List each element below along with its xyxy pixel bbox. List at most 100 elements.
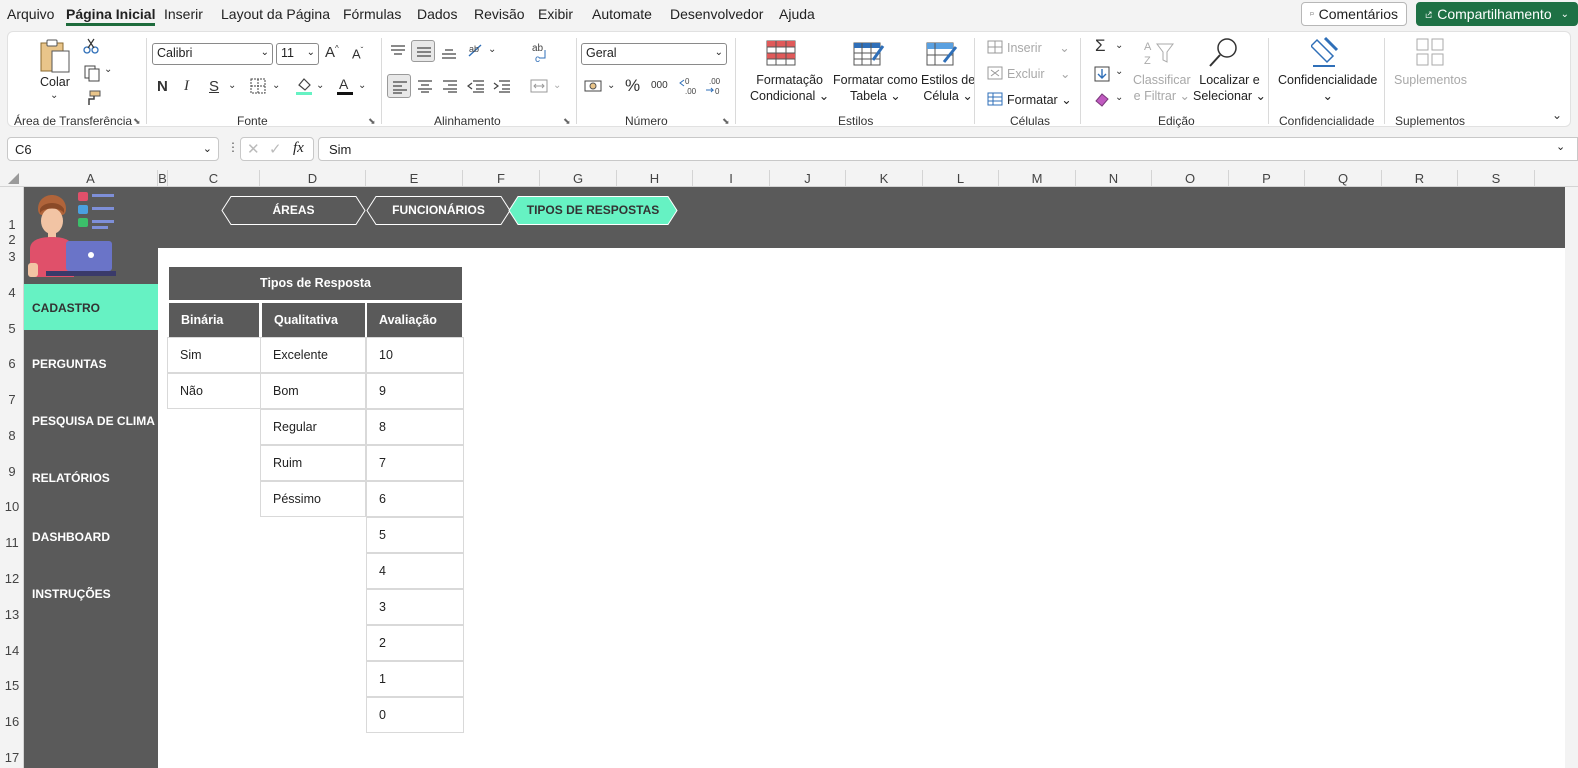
font-color-icon[interactable]: A xyxy=(336,76,354,96)
sidebar-item-relatorios[interactable]: RELATÓRIOS xyxy=(24,454,158,500)
column-header[interactable]: S xyxy=(1458,170,1535,187)
menu-exibir[interactable]: Exibir xyxy=(538,6,573,22)
chevron-down-icon[interactable]: ⌄ xyxy=(104,64,112,75)
addins-button[interactable]: Suplementos xyxy=(1394,72,1467,88)
column-header[interactable]: M xyxy=(999,170,1076,187)
chevron-down-icon[interactable]: ⌄ xyxy=(607,80,615,91)
cell-styles-button[interactable]: Estilos de Célula ⌄ xyxy=(921,72,975,104)
align-left-button[interactable] xyxy=(387,74,411,98)
menu-arquivo[interactable]: Arquivo xyxy=(7,6,54,22)
table-cell[interactable]: 5 xyxy=(366,517,464,553)
row-header[interactable]: 13 xyxy=(0,607,24,622)
column-header[interactable]: L xyxy=(923,170,999,187)
fill-down-icon[interactable] xyxy=(1094,66,1110,82)
menu-dados[interactable]: Dados xyxy=(417,6,457,22)
column-header[interactable]: R xyxy=(1382,170,1458,187)
table-cell[interactable]: 10 xyxy=(366,337,464,373)
menu-automate[interactable]: Automate xyxy=(592,6,652,22)
table-cell[interactable]: 1 xyxy=(366,661,464,697)
chevron-down-icon[interactable]: ⌄ xyxy=(50,90,58,101)
align-right-icon[interactable] xyxy=(442,79,458,93)
italic-button[interactable]: I xyxy=(184,78,189,95)
clear-icon[interactable] xyxy=(1094,91,1110,107)
column-header[interactable]: I xyxy=(693,170,770,187)
row-header[interactable]: 7 xyxy=(0,392,24,407)
insert-cells-button[interactable]: Inserir ⌄ xyxy=(1007,40,1070,55)
menu-revisao[interactable]: Revisão xyxy=(474,6,525,22)
chevron-down-icon[interactable]: ⌄ xyxy=(1561,9,1569,20)
table-cell[interactable]: 7 xyxy=(366,445,464,481)
column-header[interactable]: H xyxy=(617,170,693,187)
row-header[interactable]: 15 xyxy=(0,678,24,693)
column-header[interactable]: B xyxy=(158,170,168,187)
chevron-down-icon[interactable]: ⌄ xyxy=(488,44,496,55)
underline-button[interactable]: S xyxy=(209,78,219,95)
column-header[interactable]: J xyxy=(770,170,846,187)
row-header[interactable]: 12 xyxy=(0,571,24,586)
cancel-icon[interactable]: ✕ xyxy=(247,140,260,158)
row-header[interactable]: 11 xyxy=(0,535,24,550)
column-header[interactable]: P xyxy=(1229,170,1305,187)
thousands-separator-button[interactable]: 000 xyxy=(651,80,668,91)
decrease-decimal-icon[interactable]: .000 xyxy=(705,76,727,96)
align-bottom-icon[interactable] xyxy=(441,46,457,60)
table-cell[interactable]: Não xyxy=(167,373,261,409)
column-header[interactable]: K xyxy=(846,170,923,187)
more-options-icon[interactable]: ⋮ xyxy=(227,140,239,154)
row-header[interactable]: 8 xyxy=(0,428,24,443)
formula-input[interactable]: Sim xyxy=(318,137,1578,161)
tab-tipos-de-respostas[interactable]: TIPOS DE RESPOSTAS xyxy=(508,196,678,225)
table-cell[interactable]: 0 xyxy=(366,697,464,733)
chevron-down-icon[interactable]: ⌄ xyxy=(1115,92,1123,103)
column-header[interactable]: G xyxy=(540,170,617,187)
column-header[interactable]: F xyxy=(463,170,540,187)
sidebar-item-dashboard[interactable]: DASHBOARD xyxy=(24,513,158,559)
bold-button[interactable]: N xyxy=(157,78,168,95)
column-header[interactable]: O xyxy=(1152,170,1229,187)
table-cell[interactable]: Excelente xyxy=(260,337,366,373)
table-cell[interactable]: 9 xyxy=(366,373,464,409)
column-header[interactable]: D xyxy=(260,170,366,187)
table-cell[interactable]: Bom xyxy=(260,373,366,409)
row-header[interactable]: 9 xyxy=(0,464,24,479)
fill-color-icon[interactable] xyxy=(295,76,313,96)
decrease-indent-icon[interactable] xyxy=(467,79,485,93)
chevron-down-icon[interactable]: ⌄ xyxy=(1115,40,1123,51)
number-format-select[interactable]: Geral ⌄ xyxy=(581,43,727,65)
sidebar-item-pesquisa-de-clima[interactable]: PESQUISA DE CLIMA xyxy=(24,397,158,443)
autosum-icon[interactable]: Σ xyxy=(1095,36,1106,56)
row-header[interactable]: 1 xyxy=(0,217,24,232)
insert-function-button[interactable]: fx xyxy=(293,140,304,157)
dialog-launcher-icon[interactable]: ⬊ xyxy=(722,116,730,127)
orientation-icon[interactable]: ab xyxy=(467,42,487,58)
row-header[interactable]: 2 xyxy=(0,232,24,247)
align-center-icon[interactable] xyxy=(417,79,433,93)
table-cell[interactable]: 6 xyxy=(366,481,464,517)
font-name-select[interactable]: Calibri ⌄ xyxy=(152,43,273,65)
tab-funcionarios[interactable]: FUNCIONÁRIOS xyxy=(366,196,511,225)
dialog-launcher-icon[interactable]: ⬊ xyxy=(133,116,141,127)
row-header[interactable]: 3 xyxy=(0,249,24,264)
row-header[interactable]: 16 xyxy=(0,714,24,729)
row-header[interactable]: 4 xyxy=(0,285,24,300)
row-header[interactable]: 5 xyxy=(0,321,24,336)
menu-desenvolvedor[interactable]: Desenvolvedor xyxy=(670,6,763,22)
table-cell[interactable]: Ruim xyxy=(260,445,366,481)
row-header[interactable]: 6 xyxy=(0,356,24,371)
menu-layout[interactable]: Layout da Página xyxy=(221,6,330,22)
find-select-button[interactable]: Localizar e Selecionar ⌄ xyxy=(1193,72,1266,104)
expand-formula-bar-icon[interactable]: ⌄ xyxy=(1556,140,1565,153)
shrink-font-icon[interactable]: Aˇ xyxy=(352,46,363,61)
name-box[interactable]: C6 ⌄ xyxy=(7,137,219,161)
chevron-down-icon[interactable]: ⌄ xyxy=(272,80,280,91)
chevron-down-icon[interactable]: ⌄ xyxy=(228,80,236,91)
sort-filter-button[interactable]: Classificar e Filtrar ⌄ xyxy=(1133,72,1191,104)
column-header[interactable]: C xyxy=(168,170,260,187)
conditional-formatting-button[interactable]: Formatação Condicional ⌄ xyxy=(750,72,829,104)
table-cell[interactable]: 4 xyxy=(366,553,464,589)
currency-icon[interactable] xyxy=(584,78,604,94)
cut-icon[interactable] xyxy=(83,38,99,54)
sidebar-item-cadastro[interactable]: CADASTRO xyxy=(24,284,158,330)
increase-indent-icon[interactable] xyxy=(493,79,511,93)
chevron-down-icon[interactable]: ⌄ xyxy=(358,80,366,91)
